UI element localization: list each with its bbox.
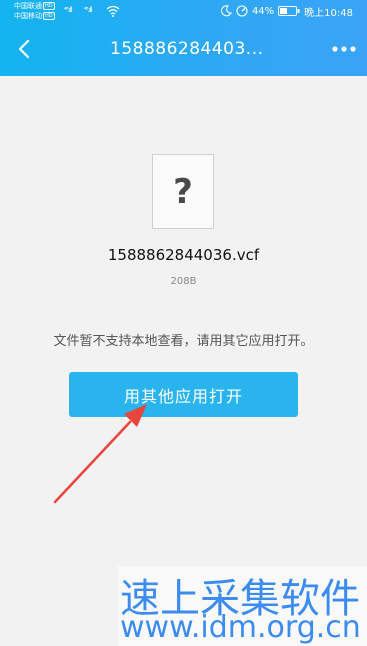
page-title: 158886284403...	[110, 39, 264, 59]
unknown-file-icon: ?	[152, 154, 214, 229]
nav-bar: 158886284403...	[0, 26, 367, 72]
file-name: 1588862844036.vcf	[107, 246, 260, 264]
status-bar: 中国联通 HD 中国移动 HD ⁴⁶.ıll ⁴⁶.ıll 44% 晚上10:4…	[0, 0, 367, 26]
carrier-2: 中国移动 HD	[14, 12, 55, 21]
more-dots-icon	[332, 46, 356, 52]
wifi-icon	[106, 5, 120, 17]
back-button[interactable]	[10, 34, 38, 64]
status-time: 晚上10:48	[304, 7, 353, 19]
status-right: 44% 晚上10:48	[220, 4, 353, 19]
unsupported-notice: 文件暂不支持本地查看，请用其它应用打开。	[53, 334, 314, 349]
carrier-1: 中国联通 HD	[14, 2, 55, 11]
annotation-arrow	[53, 404, 147, 504]
open-with-other-app-button[interactable]: 用其他应用打开	[69, 372, 298, 417]
moon-icon	[220, 5, 232, 17]
carrier-2-label: 中国移动	[14, 12, 42, 20]
more-options-button[interactable]	[331, 38, 357, 60]
battery-percent: 44%	[251, 5, 275, 17]
file-size: 208B	[170, 276, 197, 287]
signal-icon: ⁴⁶.ıll	[84, 6, 93, 14]
app-header: 中国联通 HD 中国移动 HD ⁴⁶.ıll ⁴⁶.ıll 44% 晚上10:4…	[0, 0, 367, 76]
watermark-url: www.idm.org.cn	[120, 610, 361, 645]
speed-gauge-icon	[236, 5, 248, 17]
battery-icon	[278, 6, 300, 16]
signal-icon: ⁴⁶.ıll	[64, 6, 73, 14]
hd-badge: HD	[43, 12, 55, 20]
hd-badge: HD	[43, 2, 55, 10]
chevron-left-icon	[18, 39, 30, 59]
carrier-1-label: 中国联通	[14, 2, 42, 10]
